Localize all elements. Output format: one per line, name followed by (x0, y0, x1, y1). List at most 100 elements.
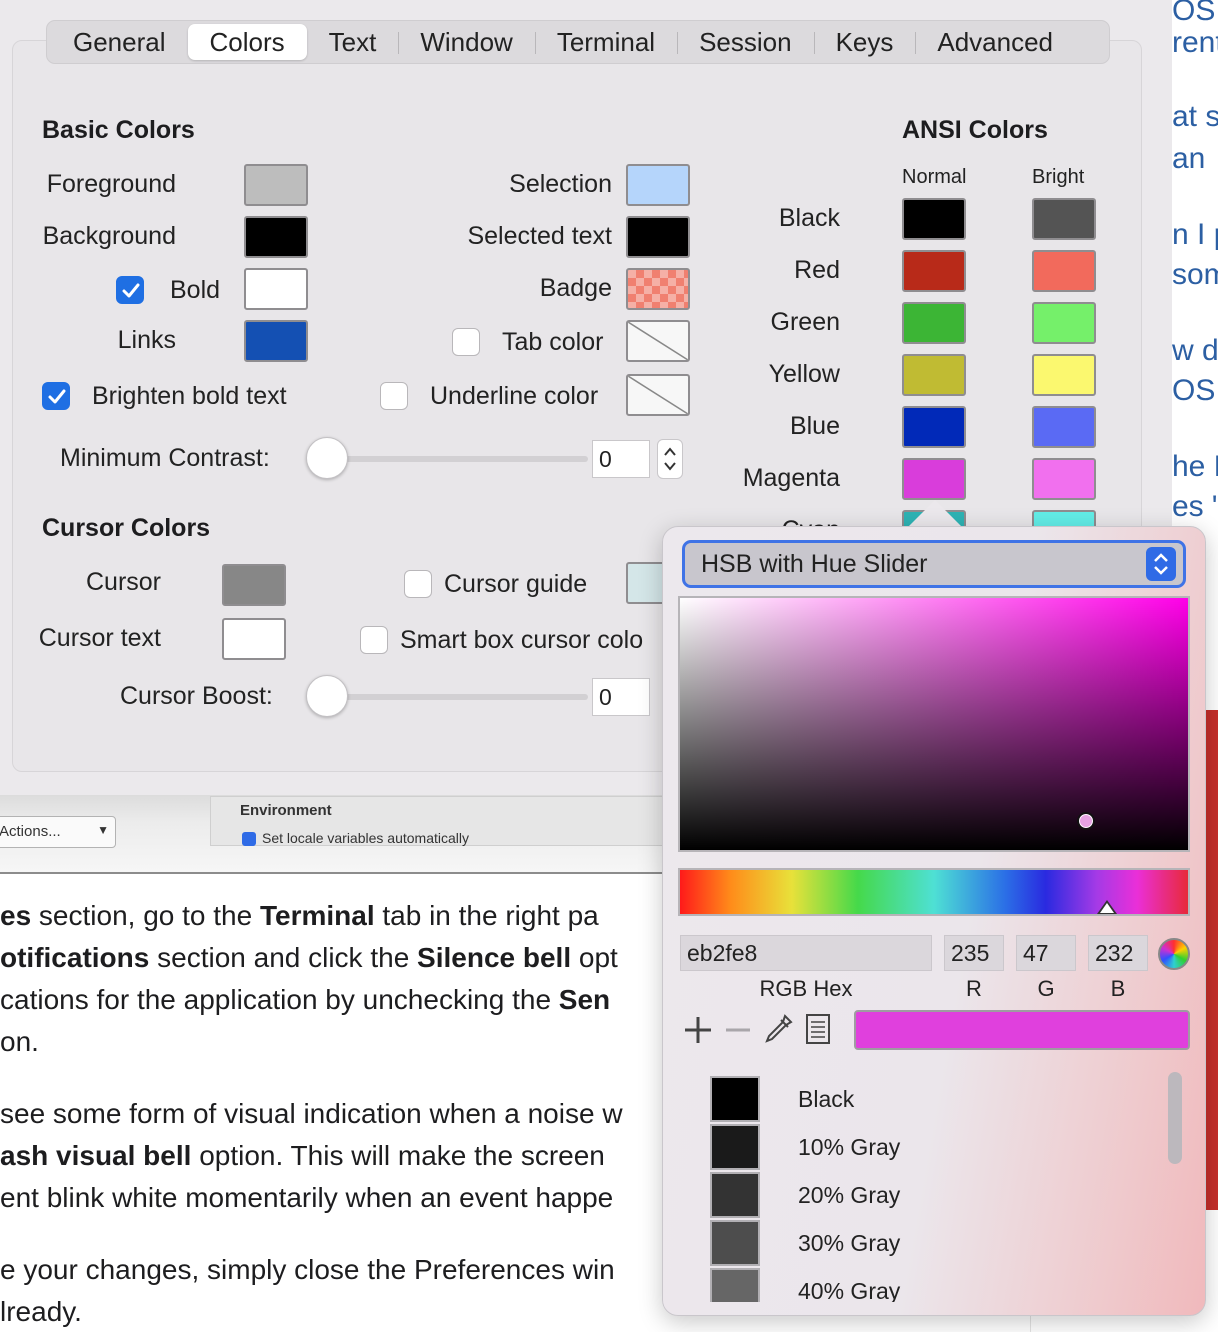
tab-keys[interactable]: Keys (813, 24, 916, 60)
brighten-bold-checkbox[interactable] (42, 382, 70, 410)
palette-label[interactable]: 30% Gray (798, 1230, 900, 1257)
palette-label[interactable]: Black (798, 1086, 854, 1113)
background-label: Background (42, 222, 176, 250)
palette-swatch[interactable] (710, 1220, 760, 1266)
cursor-boost-label: Cursor Boost: (120, 682, 273, 710)
palette-label[interactable]: 10% Gray (798, 1134, 900, 1161)
remove-color-icon[interactable] (724, 1014, 752, 1046)
selection-color-well[interactable] (626, 164, 690, 206)
ansi-green-normal-well[interactable] (902, 302, 966, 344)
minimum-contrast-field[interactable]: 0 (592, 440, 650, 478)
ansi-magenta-normal-well[interactable] (902, 458, 966, 500)
sidebar-link-snippet[interactable]: OS (1172, 0, 1215, 28)
tab-color-label: Tab color (502, 328, 604, 356)
links-color-well[interactable] (244, 320, 308, 362)
ansi-blue-bright-well[interactable] (1032, 406, 1096, 448)
tab-terminal[interactable]: Terminal (534, 24, 677, 60)
ansi-red-bright-well[interactable] (1032, 250, 1096, 292)
hex-field[interactable]: eb2fe8 (680, 935, 932, 971)
ansi-green-bright-well[interactable] (1032, 302, 1096, 344)
palette-swatch[interactable] (710, 1268, 760, 1302)
badge-color-well[interactable] (626, 268, 690, 310)
background-color-well[interactable] (244, 216, 308, 258)
tab-advanced[interactable]: Advanced (915, 24, 1075, 60)
cursor-boost-track (326, 694, 588, 700)
sidebar-link-snippet[interactable]: OS (1172, 374, 1215, 408)
article-text: cations for the application by uncheckin… (0, 984, 559, 1015)
hue-slider-handle[interactable] (1096, 900, 1117, 914)
palette-swatch[interactable] (710, 1172, 760, 1218)
tab-general[interactable]: General (51, 24, 188, 60)
bold-checkbox[interactable] (116, 276, 144, 304)
basic-colors-heading: Basic Colors (42, 116, 195, 144)
blue-field[interactable]: 232 (1088, 935, 1148, 971)
ansi-red-normal-well[interactable] (902, 250, 966, 292)
picker-mode-dropdown-button[interactable] (1146, 547, 1176, 581)
bold-color-well[interactable] (244, 268, 308, 310)
saturation-brightness-field[interactable] (678, 596, 1190, 852)
ansi-yellow-bright-well[interactable] (1032, 354, 1096, 396)
palette-label[interactable]: 20% Gray (798, 1182, 900, 1209)
palette-swatch[interactable] (710, 1124, 760, 1170)
badge-label: Badge (539, 274, 612, 302)
sidebar-link-snippet[interactable]: n I p (1172, 218, 1218, 252)
sidebar-link-snippet[interactable]: rent (1172, 26, 1218, 60)
article-body: es section, go to the Terminal tab in th… (0, 895, 680, 1332)
ansi-magenta-label: Magenta (742, 464, 840, 492)
picker-pointer (908, 500, 962, 527)
tab-colors[interactable]: Colors (187, 24, 307, 60)
underline-color-checkbox[interactable] (380, 382, 408, 410)
underline-color-label: Underline color (430, 382, 599, 410)
tab-window[interactable]: Window (398, 24, 534, 60)
cursor-boost-slider[interactable] (306, 675, 348, 717)
palette-swatch[interactable] (710, 1076, 760, 1122)
ansi-magenta-bright-well[interactable] (1032, 458, 1096, 500)
article-bold-text: Terminal (259, 900, 375, 931)
ansi-blue-normal-well[interactable] (902, 406, 966, 448)
smart-box-label: Smart box cursor colo (400, 626, 644, 654)
foreground-color-well[interactable] (244, 164, 308, 206)
ansi-black-bright-well[interactable] (1032, 198, 1096, 240)
eyedropper-icon[interactable] (762, 1012, 794, 1046)
ansi-bright-header: Bright (1032, 166, 1085, 188)
green-field[interactable]: 47 (1016, 935, 1076, 971)
minimum-contrast-slider[interactable] (306, 437, 348, 479)
environment-check-label: Set locale variables automatically (262, 830, 469, 846)
links-label: Links (117, 326, 176, 354)
stepper-arrows-icon (664, 447, 676, 471)
ansi-black-normal-well[interactable] (902, 198, 966, 240)
tab-text[interactable]: Text (307, 24, 399, 60)
red-field[interactable]: 235 (944, 935, 1004, 971)
sidebar-link-snippet[interactable]: an (1172, 142, 1205, 176)
add-color-icon[interactable] (682, 1014, 714, 1046)
palette-label[interactable]: 40% Gray (798, 1278, 900, 1302)
article-bold-text: otifications (0, 942, 150, 973)
palette-scrollbar[interactable] (1168, 1072, 1182, 1164)
bold-label: Bold (170, 276, 221, 304)
smart-box-checkbox[interactable] (360, 626, 388, 654)
sidebar-link-snippet[interactable]: he N (1172, 450, 1218, 484)
color-wheel-icon[interactable] (1158, 938, 1190, 970)
tab-session[interactable]: Session (677, 24, 814, 60)
sidebar-link-snippet[interactable]: w de (1172, 334, 1218, 368)
cursor-color-well[interactable] (222, 564, 286, 606)
sidebar-link-snippet[interactable]: at s (1172, 100, 1218, 134)
tab-color-checkbox[interactable] (452, 328, 480, 356)
sidebar-link-snippet[interactable]: es " (1172, 490, 1218, 524)
tab-color-well[interactable] (626, 320, 690, 362)
current-color-preview[interactable] (854, 1010, 1190, 1050)
selected-text-color-well[interactable] (626, 216, 690, 258)
hex-label: RGB Hex (759, 976, 853, 1001)
cursor-boost-field[interactable]: 0 (592, 678, 650, 716)
minimum-contrast-stepper[interactable] (657, 439, 683, 479)
hue-slider[interactable] (678, 868, 1190, 916)
no-color-icon (628, 376, 688, 414)
underline-color-well[interactable] (626, 374, 690, 416)
cursor-guide-checkbox[interactable] (404, 570, 432, 598)
saturation-brightness-handle[interactable] (1077, 811, 1096, 830)
picker-mode-select[interactable]: HSB with Hue Slider (682, 540, 1186, 588)
cursor-text-color-well[interactable] (222, 618, 286, 660)
ansi-yellow-normal-well[interactable] (902, 354, 966, 396)
color-list-icon[interactable] (804, 1012, 832, 1046)
sidebar-link-snippet[interactable]: som (1172, 258, 1218, 292)
